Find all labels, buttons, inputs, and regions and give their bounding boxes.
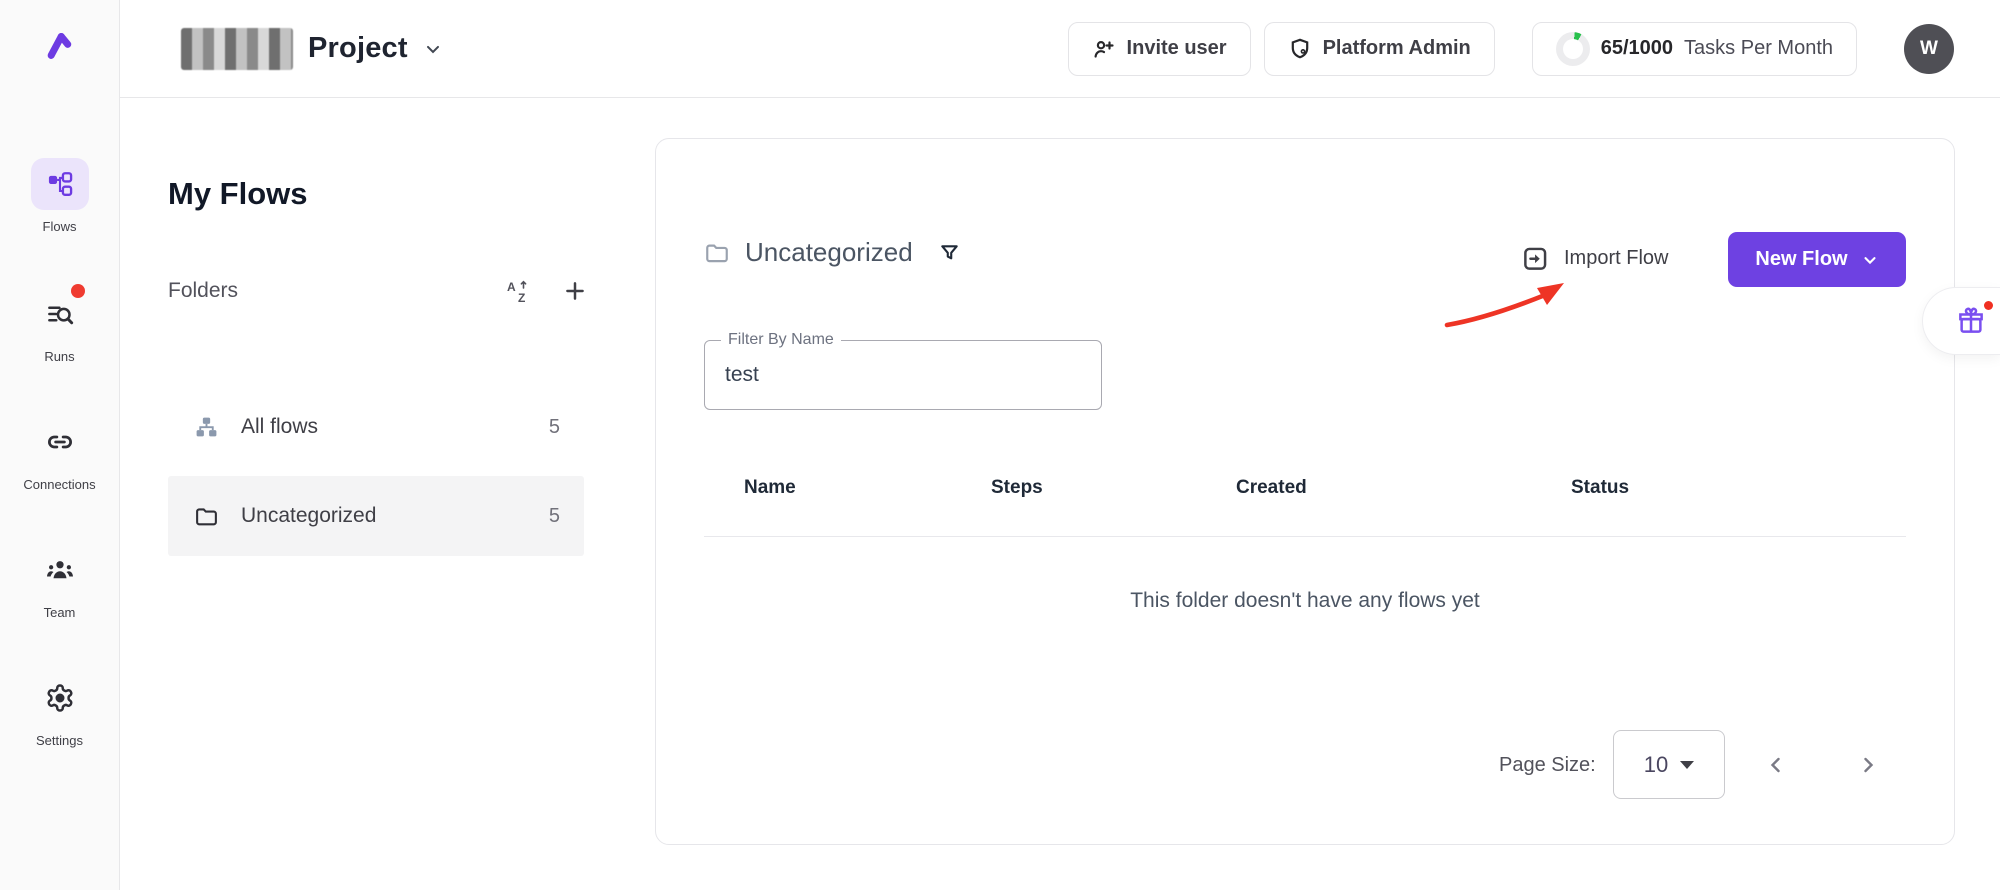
sidebar-item-connections[interactable]: Connections [0, 416, 119, 492]
gear-icon [31, 672, 89, 724]
sidebar-item-label: Connections [23, 477, 95, 492]
flows-panel: Uncategorized Import Flow New Flow Filte… [655, 138, 1955, 845]
runs-notification-dot [71, 284, 85, 298]
import-flow-label: Import Flow [1564, 247, 1668, 270]
platform-admin-button[interactable]: Platform Admin [1264, 22, 1495, 76]
sidebar-item-flows[interactable]: Flows [0, 158, 119, 234]
sidebar: Flows Runs Connections [0, 0, 120, 890]
app-logo[interactable] [0, 24, 119, 66]
filter-field-label: Filter By Name [721, 331, 841, 349]
shield-icon [1288, 37, 1312, 61]
sort-alphabetical-icon[interactable]: A Z [506, 278, 532, 304]
sidebar-item-team[interactable]: Team [0, 544, 119, 620]
topbar: Project Invite user Platfo [119, 0, 2000, 98]
previous-page-button[interactable] [1758, 747, 1794, 783]
svg-text:A: A [507, 280, 516, 294]
user-plus-icon [1092, 37, 1116, 61]
empty-state-message: This folder doesn't have any flows yet [656, 589, 1954, 613]
folder-label: All flows [241, 415, 318, 439]
tasks-progress-ring [1556, 32, 1590, 66]
redacted-project-name [181, 28, 293, 70]
column-header-name: Name [744, 477, 796, 499]
invite-user-label: Invite user [1127, 37, 1227, 60]
page-size-select[interactable]: 10 [1613, 730, 1725, 799]
folder-count: 5 [549, 416, 560, 439]
tasks-count: 65/1000 [1601, 37, 1673, 60]
svg-text:Z: Z [518, 291, 525, 304]
workflow-tree-icon [194, 415, 219, 440]
column-header-steps: Steps [991, 477, 1043, 499]
column-header-status: Status [1571, 477, 1629, 499]
folder-icon [194, 504, 219, 529]
rewards-notification-dot [1984, 301, 1993, 310]
new-flow-button[interactable]: New Flow [1728, 232, 1906, 287]
project-label: Project [308, 32, 408, 65]
sidebar-item-label: Flows [43, 219, 77, 234]
link-icon [31, 416, 89, 468]
avatar-initial: W [1920, 38, 1938, 60]
page-size-value: 10 [1644, 752, 1668, 778]
import-icon [1522, 245, 1549, 272]
next-page-button[interactable] [1850, 747, 1886, 783]
folder-label: Uncategorized [241, 504, 376, 528]
activepieces-logo-icon [41, 24, 79, 66]
import-flow-button[interactable]: Import Flow [1522, 245, 1668, 272]
project-switcher[interactable]: Project [181, 28, 443, 70]
sidebar-item-label: Runs [44, 349, 74, 364]
filter-by-name-input[interactable] [705, 341, 1101, 409]
chevron-right-icon [1856, 753, 1880, 777]
chevron-down-icon [423, 39, 443, 59]
page-title: My Flows [168, 176, 308, 212]
rewards-tab[interactable] [1922, 287, 2000, 355]
team-icon [31, 544, 89, 596]
folder-count: 5 [549, 505, 560, 528]
tasks-label: Tasks Per Month [1684, 37, 1833, 60]
new-flow-label: New Flow [1755, 248, 1847, 271]
chevron-left-icon [1764, 753, 1788, 777]
tasks-usage-button[interactable]: 65/1000 Tasks Per Month [1532, 22, 1857, 76]
add-folder-button[interactable] [562, 278, 588, 304]
folder-icon [704, 240, 730, 266]
gift-icon [1956, 306, 1986, 336]
filter-funnel-icon[interactable] [938, 241, 961, 264]
sidebar-item-label: Settings [36, 733, 83, 748]
folder-item-all-flows[interactable]: All flows 5 [168, 387, 584, 467]
avatar[interactable]: W [1904, 24, 1954, 74]
sidebar-item-settings[interactable]: Settings [0, 672, 119, 748]
panel-title: Uncategorized [745, 237, 913, 268]
dropdown-arrow-icon [1680, 761, 1694, 769]
folder-item-uncategorized[interactable]: Uncategorized 5 [168, 476, 584, 556]
sidebar-item-runs[interactable]: Runs [0, 288, 119, 364]
folders-header: Folders A Z [168, 278, 588, 304]
sidebar-item-label: Team [44, 605, 76, 620]
table-divider [704, 536, 1906, 537]
flows-icon [31, 158, 89, 210]
folders-heading: Folders [168, 279, 238, 303]
topbar-actions: Invite user Platform Admin 65/1000 Tasks… [1068, 22, 2000, 76]
column-header-created: Created [1236, 477, 1307, 499]
platform-admin-label: Platform Admin [1323, 37, 1471, 60]
page-size-label: Page Size: [1499, 754, 1596, 777]
chevron-down-icon [1861, 251, 1879, 269]
runs-icon [31, 288, 89, 340]
invite-user-button[interactable]: Invite user [1068, 22, 1251, 76]
filter-by-name-field: Filter By Name [704, 340, 1102, 410]
